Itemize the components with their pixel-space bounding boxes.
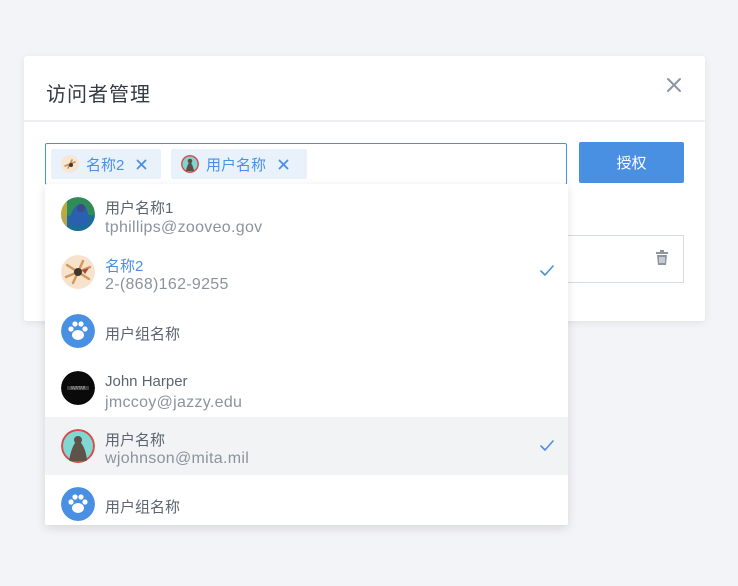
avatar — [61, 197, 95, 231]
authorize-button[interactable]: 授权 — [579, 142, 684, 183]
dropdown-item[interactable]: 用户组名称 — [45, 302, 568, 360]
avatar: AVATAR — [61, 371, 95, 405]
selected-tag: 用户名称 — [171, 149, 307, 179]
dropdown-item[interactable]: 用户组名称 — [45, 475, 568, 533]
svg-text:AVATAR: AVATAR — [70, 386, 85, 391]
tag-label: 用户名称 — [206, 156, 267, 174]
dropdown-item[interactable]: AVATAR John Harper jmccoy@jazzy.edu — [45, 360, 568, 418]
avatar — [61, 429, 95, 463]
check-icon — [540, 440, 554, 451]
item-name: 用户名称 — [105, 432, 166, 449]
close-button[interactable] — [665, 76, 685, 96]
close-icon — [667, 78, 681, 92]
item-subtitle: wjohnson@mita.mil — [105, 450, 250, 467]
tag-avatar — [181, 155, 199, 173]
trash-icon[interactable] — [655, 250, 669, 266]
modal-header: 访问者管理 — [24, 56, 705, 122]
selected-tag: 名称2 — [51, 149, 161, 179]
dropdown-item[interactable]: 用户名称 wjohnson@mita.mil — [45, 417, 568, 475]
visitor-tag-input[interactable]: 名称2 用户名称 — [45, 143, 567, 185]
dropdown-item[interactable]: 名称2 2-(868)162-9255 — [45, 242, 568, 300]
item-name: 用户组名称 — [105, 326, 181, 343]
item-name: 用户组名称 — [105, 499, 181, 516]
paw-group-icon — [61, 314, 95, 348]
avatar — [61, 255, 95, 289]
visitor-dropdown: 用户名称1 tphillips@zooveo.gov 名称2 2-(868)16… — [45, 184, 568, 525]
item-name: 用户名称1 — [105, 200, 174, 217]
paw-group-icon — [61, 487, 95, 521]
tag-avatar — [61, 155, 79, 173]
tag-close-icon[interactable] — [278, 159, 289, 170]
check-icon — [540, 265, 554, 276]
tag-close-icon[interactable] — [136, 159, 147, 170]
item-subtitle: tphillips@zooveo.gov — [105, 219, 263, 236]
modal-title: 访问者管理 — [46, 84, 151, 106]
dropdown-item[interactable]: 用户名称1 tphillips@zooveo.gov — [45, 185, 568, 243]
item-name: 名称2 — [105, 258, 144, 275]
item-subtitle: 2-(868)162-9255 — [105, 276, 229, 293]
item-subtitle: jmccoy@jazzy.edu — [105, 394, 243, 411]
item-name: John Harper — [105, 373, 188, 390]
tag-label: 名称2 — [86, 156, 125, 174]
